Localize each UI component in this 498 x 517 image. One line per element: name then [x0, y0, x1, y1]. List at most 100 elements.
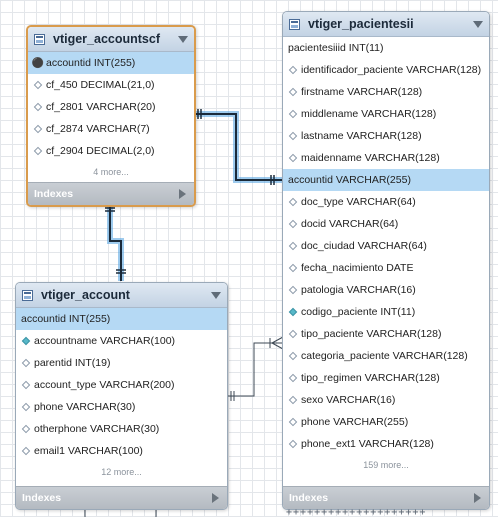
field-label: cf_450 DECIMAL(21,0) [46, 79, 155, 91]
table-title: vtiger_account [41, 288, 130, 302]
field-row[interactable]: phone_ext1 VARCHAR(128) [283, 433, 489, 455]
field-label: accountid INT(255) [46, 57, 136, 69]
diamond-icon [288, 241, 298, 251]
field-label: cf_2904 DECIMAL(2,0) [46, 145, 155, 157]
field-label: accountid VARCHAR(255) [288, 174, 411, 186]
indexes-label: Indexes [289, 492, 329, 504]
collapse-arrow-icon[interactable] [211, 292, 221, 299]
diamond-icon [288, 131, 298, 141]
diamond-icon [21, 358, 31, 368]
diamond-icon [288, 65, 298, 75]
expand-arrow-icon[interactable] [179, 189, 186, 199]
expand-arrow-icon[interactable] [212, 493, 219, 503]
table-header[interactable]: vtiger_accountscf [28, 27, 194, 52]
field-row[interactable]: phone VARCHAR(30) [16, 396, 227, 418]
field-row[interactable]: pacientesiiid INT(11) [283, 37, 489, 59]
field-row[interactable]: cf_2801 VARCHAR(20) [28, 96, 194, 118]
er-diagram-canvas[interactable]: vtiger_accountscf ⚫ accountid INT(255) c… [0, 0, 498, 517]
field-row[interactable]: otherphone VARCHAR(30) [16, 418, 227, 440]
table-header[interactable]: vtiger_account [16, 283, 227, 308]
indexes-section[interactable]: Indexes [16, 486, 227, 509]
field-row[interactable]: patologia VARCHAR(16) [283, 279, 489, 301]
field-label: fecha_nacimiento DATE [301, 262, 414, 274]
field-row[interactable]: accountid VARCHAR(255) [283, 169, 489, 191]
field-row[interactable]: middlename VARCHAR(128) [283, 103, 489, 125]
relationship-accountscf-account[interactable] [105, 205, 126, 281]
table-title: vtiger_pacientesii [308, 17, 414, 31]
more-fields-link[interactable]: 159 more... [283, 455, 489, 475]
field-label: accountid INT(255) [21, 313, 111, 325]
field-row[interactable]: firstname VARCHAR(128) [283, 81, 489, 103]
field-row[interactable]: maidenname VARCHAR(128) [283, 147, 489, 169]
relationship-account-pacientesii[interactable] [227, 336, 284, 401]
diamond-icon [21, 380, 31, 390]
diamond-icon [21, 402, 31, 412]
field-row[interactable]: account_type VARCHAR(200) [16, 374, 227, 396]
collapse-arrow-icon[interactable] [178, 36, 188, 43]
field-label: account_type VARCHAR(200) [34, 379, 175, 391]
field-row[interactable]: sexo VARCHAR(16) [283, 389, 489, 411]
field-label: accountname VARCHAR(100) [34, 335, 176, 347]
diamond-icon [288, 263, 298, 273]
field-label: doc_type VARCHAR(64) [301, 196, 416, 208]
field-label: docid VARCHAR(64) [301, 218, 399, 230]
diamond-icon [33, 146, 43, 156]
diamond-icon [288, 153, 298, 163]
table-header[interactable]: vtiger_pacientesii [283, 12, 489, 37]
field-label: otherphone VARCHAR(30) [34, 423, 160, 435]
field-label: sexo VARCHAR(16) [301, 394, 396, 406]
diamond-icon [288, 417, 298, 427]
field-label: doc_ciudad VARCHAR(64) [301, 240, 427, 252]
diamond-icon [288, 439, 298, 449]
filled-diamond-icon [21, 336, 31, 346]
field-row[interactable]: fecha_nacimiento DATE [283, 257, 489, 279]
field-row[interactable]: doc_ciudad VARCHAR(64) [283, 235, 489, 257]
field-row[interactable]: cf_2874 VARCHAR(7) [28, 118, 194, 140]
diamond-icon [288, 285, 298, 295]
more-fields-link[interactable]: 12 more... [16, 462, 227, 482]
field-row[interactable]: categoria_paciente VARCHAR(128) [283, 345, 489, 367]
field-row[interactable]: doc_type VARCHAR(64) [283, 191, 489, 213]
indexes-section[interactable]: Indexes [28, 182, 194, 205]
table-vtiger-pacientesii[interactable]: vtiger_pacientesii pacientesiiid INT(11)… [282, 11, 490, 510]
field-row[interactable]: cf_2904 DECIMAL(2,0) [28, 140, 194, 162]
diamond-icon [33, 80, 43, 90]
more-fields-link[interactable]: 4 more... [28, 162, 194, 182]
field-row[interactable]: accountid INT(255) [16, 308, 227, 330]
field-row[interactable]: parentid INT(19) [16, 352, 227, 374]
diamond-icon [288, 351, 298, 361]
table-icon [289, 18, 300, 30]
filled-diamond-icon [288, 307, 298, 317]
expand-arrow-icon[interactable] [474, 493, 481, 503]
field-label: phone VARCHAR(255) [301, 416, 409, 428]
field-row[interactable]: codigo_paciente INT(11) [283, 301, 489, 323]
field-list: pacientesiiid INT(11) identificador_paci… [283, 37, 489, 475]
field-label: parentid INT(19) [34, 357, 111, 369]
table-title: vtiger_accountscf [53, 32, 160, 46]
indexes-section[interactable]: Indexes [283, 486, 489, 509]
collapse-arrow-icon[interactable] [473, 21, 483, 28]
field-label: patologia VARCHAR(16) [301, 284, 416, 296]
field-row[interactable]: ⚫ accountid INT(255) [28, 52, 194, 74]
field-row[interactable]: accountname VARCHAR(100) [16, 330, 227, 352]
field-label: firstname VARCHAR(128) [301, 86, 423, 98]
field-row[interactable]: tipo_paciente VARCHAR(128) [283, 323, 489, 345]
field-row[interactable]: email1 VARCHAR(100) [16, 440, 227, 462]
field-row[interactable]: cf_450 DECIMAL(21,0) [28, 74, 194, 96]
field-row[interactable]: identificador_paciente VARCHAR(128) [283, 59, 489, 81]
diamond-icon [288, 219, 298, 229]
field-row[interactable]: tipo_regimen VARCHAR(128) [283, 367, 489, 389]
table-vtiger-accountscf[interactable]: vtiger_accountscf ⚫ accountid INT(255) c… [26, 25, 196, 207]
diamond-icon [288, 329, 298, 339]
table-vtiger-account[interactable]: vtiger_account accountid INT(255) accoun… [15, 282, 228, 510]
diamond-icon [288, 197, 298, 207]
field-row[interactable]: docid VARCHAR(64) [283, 213, 489, 235]
diamond-icon [33, 124, 43, 134]
field-label: pacientesiiid INT(11) [288, 42, 384, 54]
field-row[interactable]: phone VARCHAR(255) [283, 411, 489, 433]
diamond-icon [288, 109, 298, 119]
field-row[interactable]: lastname VARCHAR(128) [283, 125, 489, 147]
field-label: categoria_paciente VARCHAR(128) [301, 350, 468, 362]
field-label: phone VARCHAR(30) [34, 401, 136, 413]
relationship-accountscf-pacientesii[interactable] [193, 109, 283, 185]
